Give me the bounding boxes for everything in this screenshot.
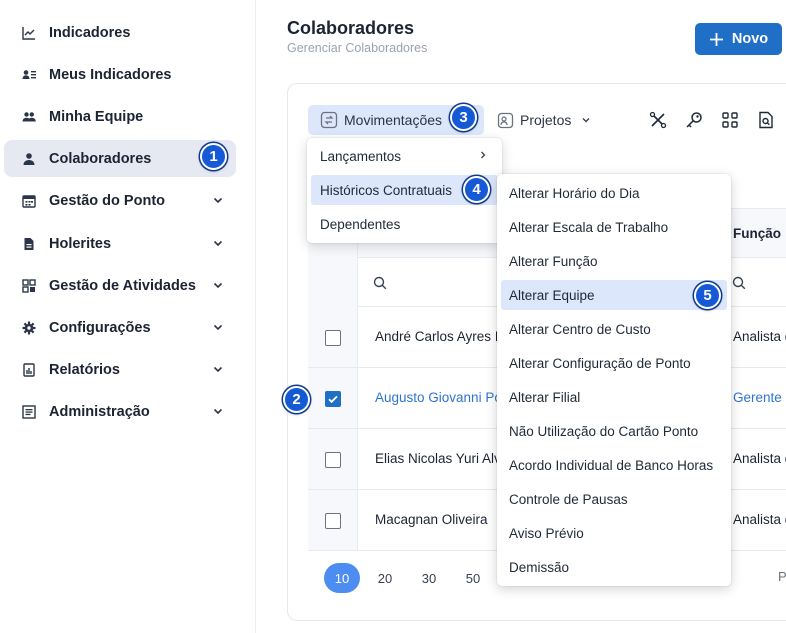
chevron-down-icon	[213, 408, 223, 415]
page-title: Colaboradores	[287, 18, 415, 38]
historicos-submenu: Alterar Horário do Dia Alterar Escala de…	[497, 174, 731, 586]
menu-item-label: Dependentes	[320, 216, 401, 232]
cell-funcao: Analista d	[733, 451, 786, 466]
sidebar-item-gestao-do-ponto[interactable]: Gestão do Ponto	[4, 182, 236, 219]
tools-icon[interactable]	[648, 110, 668, 130]
menu-item-alterar-config-ponto[interactable]: Alterar Configuração de Ponto	[501, 348, 727, 378]
cell-name: Elias Nicolas Yuri Alv	[375, 451, 501, 466]
row-checkbox[interactable]	[325, 452, 341, 468]
search-icon[interactable]	[373, 276, 387, 290]
menu-item-aviso-previo[interactable]: Aviso Prévio	[501, 518, 727, 548]
page-size-20[interactable]: 20	[367, 563, 403, 593]
menu-item-label: Históricos Contratuais	[320, 182, 453, 198]
sidebar-item-relatorios[interactable]: Relatórios	[4, 351, 236, 388]
page-size-30[interactable]: 30	[411, 563, 447, 593]
pagination-info: P	[778, 569, 786, 584]
user-icon	[22, 152, 36, 166]
cell-funcao: Gerente	[733, 390, 782, 405]
sidebar-item-label: Colaboradores	[49, 150, 152, 167]
sidebar-item-meus-indicadores[interactable]: Meus Indicadores	[4, 56, 236, 93]
sidebar-item-label: Minha Equipe	[49, 108, 144, 125]
projetos-button[interactable]: Projetos	[497, 107, 591, 133]
user-list-icon	[22, 68, 36, 82]
sidebar-item-label: Gestão do Ponto	[49, 192, 165, 209]
new-button[interactable]: Novo	[695, 23, 782, 55]
chevron-down-icon	[213, 240, 223, 247]
document-search-icon[interactable]	[756, 110, 776, 130]
chevron-right-icon	[481, 151, 486, 159]
step-badge-2: 2	[283, 386, 310, 413]
document-icon	[22, 237, 36, 251]
sidebar-item-holerites[interactable]: Holerites	[4, 225, 236, 262]
menu-item-demissao[interactable]: Demissão	[501, 552, 727, 582]
row-checkbox[interactable]	[325, 391, 341, 407]
sidebar: Indicadores Meus Indicadores Minha Equip…	[0, 0, 256, 633]
page-size-50[interactable]: 50	[455, 563, 491, 593]
qr-code-icon[interactable]	[720, 110, 740, 130]
menu-item-dependentes[interactable]: Dependentes	[311, 209, 498, 239]
chevron-down-icon	[213, 282, 223, 289]
key-icon[interactable]	[684, 110, 704, 130]
step-badge-3: 3	[450, 104, 477, 131]
sidebar-item-gestao-de-atividades[interactable]: Gestão de Atividades	[4, 267, 236, 304]
menu-item-alterar-escala[interactable]: Alterar Escala de Trabalho	[501, 212, 727, 242]
page-size-10[interactable]: 10	[324, 563, 360, 593]
step-badge-1: 1	[200, 143, 227, 170]
project-icon	[497, 112, 514, 128]
users-icon	[22, 110, 36, 124]
menu-item-alterar-funcao[interactable]: Alterar Função	[501, 246, 727, 276]
grid-icon	[22, 278, 36, 293]
menu-item-acordo-banco-horas[interactable]: Acordo Individual de Banco Horas	[501, 450, 727, 480]
step-badge-4: 4	[463, 176, 490, 203]
sidebar-item-label: Holerites	[49, 235, 112, 252]
admin-icon	[22, 404, 36, 419]
sidebar-item-label: Indicadores	[49, 24, 131, 41]
column-header-funcao[interactable]: Função	[733, 226, 781, 241]
sidebar-item-label: Gestão de Atividades	[49, 277, 196, 294]
sidebar-item-configuracoes[interactable]: Configurações	[4, 309, 236, 346]
chevron-down-icon	[213, 366, 223, 373]
new-button-label: Novo	[731, 31, 769, 47]
cell-funcao: Analista d	[733, 512, 786, 527]
menu-item-controle-pausas[interactable]: Controle de Pausas	[501, 484, 727, 514]
movimentacoes-label: Movimentações	[344, 112, 443, 128]
sidebar-item-minha-equipe[interactable]: Minha Equipe	[4, 98, 236, 135]
sidebar-item-administracao[interactable]: Administração	[4, 393, 236, 430]
menu-item-alterar-horario[interactable]: Alterar Horário do Dia	[501, 178, 727, 208]
menu-item-alterar-filial[interactable]: Alterar Filial	[501, 382, 727, 412]
report-icon	[22, 362, 36, 377]
projetos-label: Projetos	[520, 112, 572, 128]
calendar-icon	[22, 194, 36, 208]
row-checkbox[interactable]	[325, 330, 341, 346]
menu-item-lancamentos[interactable]: Lançamentos	[311, 141, 498, 171]
menu-item-nao-utilizacao-cartao[interactable]: Não Utilização do Cartão Ponto	[501, 416, 727, 446]
check-icon	[328, 395, 338, 404]
transfer-icon	[320, 111, 338, 129]
cell-name: Augusto Giovanni Po	[375, 390, 502, 405]
chevron-down-icon	[582, 118, 590, 123]
sidebar-item-label: Administração	[49, 403, 150, 420]
plus-icon	[709, 32, 723, 46]
cell-funcao: Analista d	[733, 329, 786, 344]
sidebar-item-indicadores[interactable]: Indicadores	[4, 14, 236, 51]
chevron-down-icon	[213, 324, 223, 331]
cell-name: André Carlos Ayres I	[375, 329, 499, 344]
chevron-down-icon	[213, 197, 223, 204]
page-subtitle: Gerenciar Colaboradores	[287, 41, 428, 55]
gear-icon	[22, 321, 36, 335]
cell-name: Macagnan Oliveira	[375, 512, 488, 527]
sidebar-item-label: Relatórios	[49, 361, 120, 378]
sidebar-item-label: Configurações	[49, 319, 151, 336]
menu-item-alterar-centro-custo[interactable]: Alterar Centro de Custo	[501, 314, 727, 344]
chart-line-icon	[22, 26, 36, 40]
row-checkbox[interactable]	[325, 513, 341, 529]
step-badge-5: 5	[694, 282, 721, 309]
menu-item-label: Lançamentos	[320, 148, 402, 164]
sidebar-item-label: Meus Indicadores	[49, 66, 172, 83]
search-icon[interactable]	[732, 276, 746, 290]
